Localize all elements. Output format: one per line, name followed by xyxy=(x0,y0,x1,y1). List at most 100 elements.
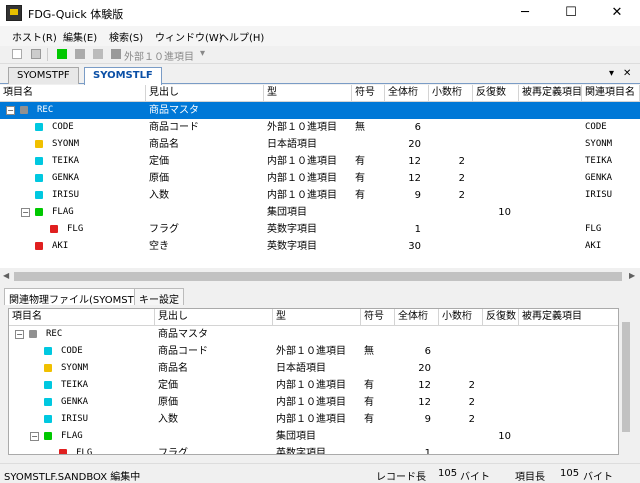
table-row[interactable]: − REC 商品マスタ xyxy=(0,102,640,119)
minimize-button[interactable]: ─ xyxy=(502,0,548,26)
gray-item-icon-2[interactable] xyxy=(93,49,103,59)
column-header-cell[interactable]: 関連項目名 xyxy=(582,85,640,102)
menu-edit[interactable]: 編集(E) xyxy=(63,29,97,44)
column-header-cell[interactable]: 全体桁 xyxy=(395,309,439,326)
table-row[interactable]: CODE 商品コード 外部１０進項目無 6 xyxy=(9,343,618,360)
menu-help[interactable]: ヘルプ(H) xyxy=(219,29,264,44)
menu-window[interactable]: ウィンドウ(W) xyxy=(155,29,223,44)
table-row[interactable]: − FLAG 集団項目 10 xyxy=(9,428,618,445)
horizontal-scrollbar[interactable]: ◀ ▶ xyxy=(0,268,640,285)
cell-dec xyxy=(439,343,483,360)
table-row[interactable]: FLG フラグ 英数字項目 1 FLG xyxy=(0,221,640,238)
column-header-cell[interactable]: 符号 xyxy=(361,309,395,326)
cell-total: 12 xyxy=(418,397,431,408)
tree-collapse-icon[interactable]: − xyxy=(6,106,15,115)
gray-field-type-icon xyxy=(20,106,28,114)
column-header-cell[interactable]: 型 xyxy=(273,309,361,326)
column-header-cell[interactable]: 項目名 xyxy=(9,309,155,326)
vertical-scrollbar[interactable] xyxy=(619,308,633,455)
tab-menu-icon[interactable]: ▾ xyxy=(609,68,614,79)
cell-related: GENKA xyxy=(585,173,613,183)
column-header-cell[interactable]: 被再定義項目 xyxy=(519,309,618,326)
cell-related: SYONM xyxy=(585,139,613,149)
table-row[interactable]: − FLAG 集団項目 10 xyxy=(0,204,640,221)
cell-type: 集団項目 xyxy=(267,207,307,218)
menu-search[interactable]: 検索(S) xyxy=(109,29,143,44)
table-row[interactable]: − REC 商品マスタ xyxy=(9,326,618,343)
tree-collapse-icon[interactable]: − xyxy=(30,432,39,441)
chevron-down-icon[interactable]: ▾ xyxy=(200,48,205,59)
cell-redef xyxy=(519,136,582,153)
cell-type: 集団項目 xyxy=(276,431,316,442)
cell-rep xyxy=(473,187,519,204)
scrollbar-thumb[interactable] xyxy=(14,272,622,281)
green-item-icon[interactable] xyxy=(57,49,67,59)
menu-host[interactable]: ホスト(R) xyxy=(12,29,57,44)
tab-key-settings[interactable]: キー設定 xyxy=(134,288,184,306)
column-header-cell[interactable]: 反復数 xyxy=(483,309,519,326)
cell-related: IRISU xyxy=(585,190,613,200)
cell-redef xyxy=(519,221,582,238)
cell-type: 内部１０進項目 xyxy=(276,380,346,391)
cell-total xyxy=(395,428,439,445)
gray-field-type-icon xyxy=(29,330,37,338)
cell-heading: 空き xyxy=(149,241,169,252)
table-row[interactable]: IRISU 入数 内部１０進項目有 9 2 xyxy=(9,411,618,428)
column-header-cell[interactable]: 小数桁 xyxy=(439,309,483,326)
cell-total: 12 xyxy=(408,156,421,167)
cell-sign xyxy=(361,360,395,377)
cell-redef xyxy=(519,326,618,343)
column-header-cell[interactable]: 見出し xyxy=(155,309,273,326)
scroll-right-icon[interactable]: ▶ xyxy=(629,271,635,280)
vertical-scrollbar-thumb[interactable] xyxy=(622,322,630,432)
table-row[interactable]: TEIKA 定価 内部１０進項目有 12 2 xyxy=(9,377,618,394)
cell-sign xyxy=(361,428,395,445)
cell-rep xyxy=(483,445,519,454)
cell-rep xyxy=(483,377,519,394)
table-row[interactable]: AKI 空き 英数字項目 30 AKI xyxy=(0,238,640,255)
gray-item-icon[interactable] xyxy=(75,49,85,59)
tab-related-physical-file[interactable]: 関連物理ファイル(SYOMSTPF) xyxy=(4,288,155,306)
close-button[interactable]: ✕ xyxy=(594,0,640,26)
column-header-cell[interactable]: 全体桁 xyxy=(385,85,429,102)
table-row[interactable]: TEIKA 定価 内部１０進項目有 12 2 TEIKA xyxy=(0,153,640,170)
table-row[interactable]: FLG フラグ 英数字項目 1 xyxy=(9,445,618,454)
save-icon[interactable] xyxy=(31,49,41,59)
cell-redef xyxy=(519,360,618,377)
cell-sign xyxy=(352,204,385,221)
column-header-cell[interactable]: 小数桁 xyxy=(429,85,473,102)
table-row[interactable]: CODE 商品コード 外部１０進項目無 6 CODE xyxy=(0,119,640,136)
tab-syomstlf[interactable]: SYOMSTLF xyxy=(84,67,162,85)
column-header-cell[interactable]: 型 xyxy=(264,85,352,102)
column-header-cell[interactable]: 被再定義項目 xyxy=(519,85,582,102)
tab-close-icon[interactable]: ✕ xyxy=(623,68,631,79)
column-header-cell[interactable]: 符号 xyxy=(352,85,385,102)
maximize-button[interactable]: ☐ xyxy=(548,0,594,26)
column-header-cell[interactable]: 項目名 xyxy=(0,85,146,102)
red-field-type-icon xyxy=(35,242,43,250)
cell-heading xyxy=(146,204,264,221)
item-type-label[interactable]: 外部１０進項目 xyxy=(124,48,194,63)
tab-syomstpf[interactable]: SYOMSTPF xyxy=(8,67,79,84)
scroll-left-icon[interactable]: ◀ xyxy=(3,271,9,280)
tree-collapse-icon[interactable]: − xyxy=(21,208,30,217)
app-icon xyxy=(6,5,22,21)
tree-collapse-icon[interactable]: − xyxy=(15,330,24,339)
column-header: 項目名 見出し型符号 全体桁 小数桁 反復数 被再定義項目 関連項目名 xyxy=(0,85,640,102)
column-header-cell[interactable]: 見出し xyxy=(146,85,264,102)
cell-type: 内部１０進項目 xyxy=(276,397,346,408)
table-row[interactable]: IRISU 入数 内部１０進項目有 9 2 IRISU xyxy=(0,187,640,204)
table-row[interactable]: GENKA 原価 内部１０進項目有 12 2 GENKA xyxy=(0,170,640,187)
cell-redef xyxy=(519,343,618,360)
column-header-cell[interactable]: 反復数 xyxy=(473,85,519,102)
cell-total: 9 xyxy=(424,414,431,425)
table-row[interactable]: SYONM 商品名 日本語項目 20 xyxy=(9,360,618,377)
cell-heading: フラグ xyxy=(149,224,179,235)
cell-heading: 商品名 xyxy=(158,363,188,374)
table-row[interactable]: SYONM 商品名 日本語項目 20 SYONM xyxy=(0,136,640,153)
column-header: 項目名 見出し型符号 全体桁 小数桁 反復数 被再定義項目 xyxy=(9,309,618,326)
table-row[interactable]: GENKA 原価 内部１０進項目有 12 2 xyxy=(9,394,618,411)
cell-redef xyxy=(519,187,582,204)
new-file-icon[interactable] xyxy=(12,49,22,59)
cell-type: 英数字項目 xyxy=(267,241,317,252)
